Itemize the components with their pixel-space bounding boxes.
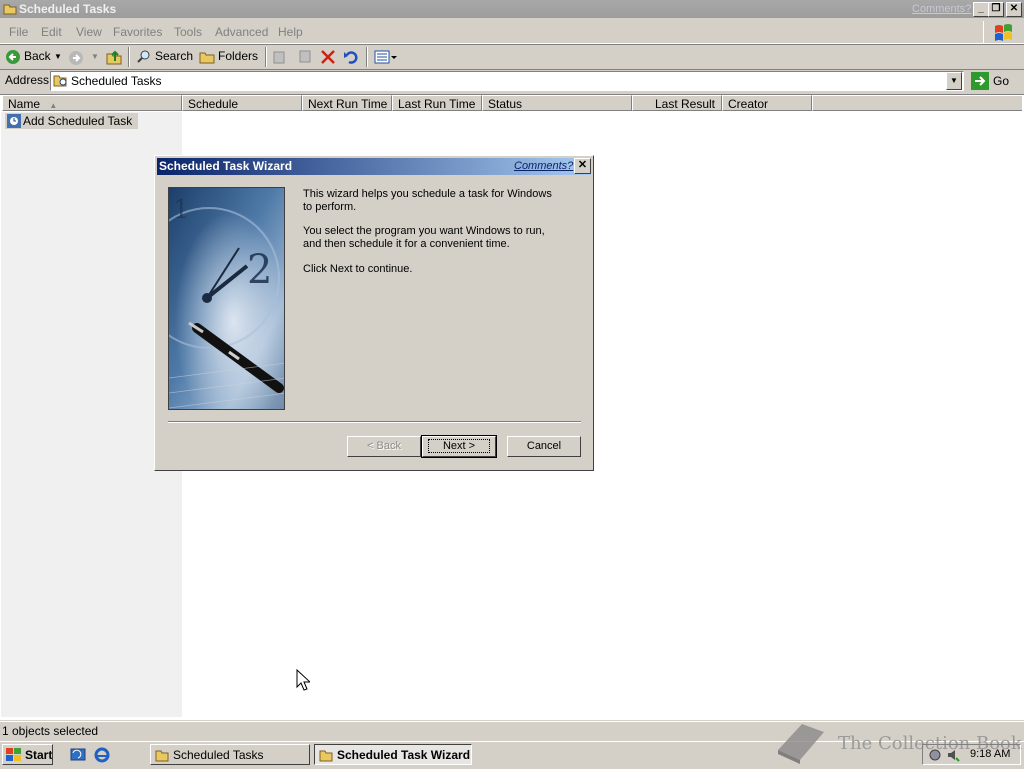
- forward-arrow-icon[interactable]: [68, 50, 84, 69]
- list-item[interactable]: Add Scheduled Task: [5, 113, 139, 132]
- cancel-button[interactable]: Cancel: [507, 436, 581, 457]
- standard-toolbar: Back ▼ ▼ Search Folders: [0, 44, 1024, 70]
- quick-launch-ie-icon[interactable]: [94, 747, 110, 766]
- list-item-label: Add Scheduled Task: [23, 114, 133, 128]
- move-to-icon[interactable]: [272, 49, 288, 68]
- search-icon[interactable]: [136, 49, 152, 68]
- minimize-icon[interactable]: _: [973, 2, 989, 17]
- back-wizard-button[interactable]: < Back: [347, 436, 421, 457]
- svg-text:1: 1: [173, 195, 190, 225]
- start-windows-icon: [6, 748, 22, 769]
- column-header-name[interactable]: Name ▲: [2, 95, 182, 111]
- next-button[interactable]: Next >: [421, 435, 497, 458]
- wizard-intro-paragraph: This wizard helps you schedule a task fo…: [303, 188, 552, 213]
- taskbar-wizard-icon: [319, 748, 333, 769]
- menu-tools[interactable]: Tools: [174, 25, 202, 39]
- copy-to-icon[interactable]: [296, 49, 312, 68]
- forward-dropdown-icon[interactable]: ▼: [91, 52, 99, 61]
- taskbar-folder-icon: [155, 748, 169, 769]
- address-dropdown-icon[interactable]: ▼: [946, 72, 962, 90]
- search-button[interactable]: Search: [155, 49, 193, 63]
- taskbar-scheduled-tasks[interactable]: Scheduled Tasks: [150, 744, 310, 765]
- back-arrow-icon[interactable]: [5, 49, 21, 68]
- column-header-last-result[interactable]: Last Result: [632, 95, 722, 111]
- address-value: Scheduled Tasks: [71, 74, 162, 88]
- wizard-clock-pen-image: 2 1: [168, 187, 285, 410]
- window-title-bar[interactable]: Scheduled Tasks Comments? _ ❐ ✕: [0, 0, 1024, 18]
- wizard-instruction: Click Next to continue.: [303, 263, 413, 275]
- go-arrow-icon: [971, 72, 989, 93]
- dialog-close-icon[interactable]: ✕: [574, 158, 591, 174]
- column-header-creator[interactable]: Creator: [722, 95, 812, 111]
- menu-advanced[interactable]: Advanced: [215, 25, 268, 39]
- window-title: Scheduled Tasks: [19, 2, 117, 16]
- address-input[interactable]: [50, 71, 964, 91]
- views-icon[interactable]: [374, 49, 398, 68]
- up-folder-icon[interactable]: [106, 49, 122, 68]
- mouse-cursor-icon: [296, 668, 312, 694]
- menu-help[interactable]: Help: [278, 25, 303, 39]
- column-header-next-run-time[interactable]: Next Run Time: [302, 95, 392, 111]
- status-text: 1 objects selected: [2, 724, 99, 738]
- scheduled-tasks-folder-icon: [53, 73, 67, 90]
- address-label: Address: [5, 73, 50, 87]
- folder-icon: [3, 2, 17, 18]
- comments-link[interactable]: Comments?: [912, 3, 971, 15]
- column-header-status[interactable]: Status: [482, 95, 632, 111]
- close-icon[interactable]: ✕: [1006, 2, 1022, 17]
- folders-icon[interactable]: [199, 49, 215, 68]
- taskbar-clock: 9:18 AM: [970, 748, 1011, 760]
- column-header-last-run-time[interactable]: Last Run Time: [392, 95, 482, 111]
- menu-view[interactable]: View: [76, 25, 102, 39]
- dialog-comments-link[interactable]: Comments?: [514, 160, 573, 172]
- windows-logo-icon: [983, 21, 1022, 43]
- dialog-separator: [168, 421, 581, 423]
- menu-bar: File Edit View Favorites Tools Advanced …: [0, 21, 1024, 44]
- sort-ascending-icon: ▲: [49, 101, 58, 110]
- back-dropdown-icon[interactable]: ▼: [54, 52, 62, 61]
- menu-edit[interactable]: Edit: [41, 25, 62, 39]
- dialog-title: Scheduled Task Wizard: [159, 159, 293, 173]
- go-label: Go: [993, 74, 1010, 88]
- tray-network-icon[interactable]: [928, 748, 942, 765]
- watermark-book-icon: [772, 720, 828, 769]
- tray-volume-icon[interactable]: [946, 748, 960, 765]
- back-button[interactable]: Back: [24, 49, 51, 63]
- go-button[interactable]: Go: [968, 71, 1020, 90]
- folders-button[interactable]: Folders: [218, 49, 258, 63]
- quick-launch-desktop-icon[interactable]: [70, 747, 86, 766]
- taskbar-scheduled-task-wizard[interactable]: Scheduled Task Wizard: [314, 744, 472, 765]
- add-task-icon: [7, 114, 21, 132]
- svg-text:2: 2: [247, 247, 272, 293]
- menu-favorites[interactable]: Favorites: [113, 25, 162, 39]
- restore-icon[interactable]: ❐: [988, 2, 1004, 17]
- menu-file[interactable]: File: [9, 25, 28, 39]
- undo-icon[interactable]: [343, 49, 359, 68]
- start-button[interactable]: Start: [2, 744, 53, 765]
- wizard-description-paragraph: You select the program you want Windows …: [303, 225, 545, 250]
- delete-icon[interactable]: [320, 49, 336, 68]
- column-header-filler: [812, 95, 1022, 111]
- column-header-schedule[interactable]: Schedule: [182, 95, 302, 111]
